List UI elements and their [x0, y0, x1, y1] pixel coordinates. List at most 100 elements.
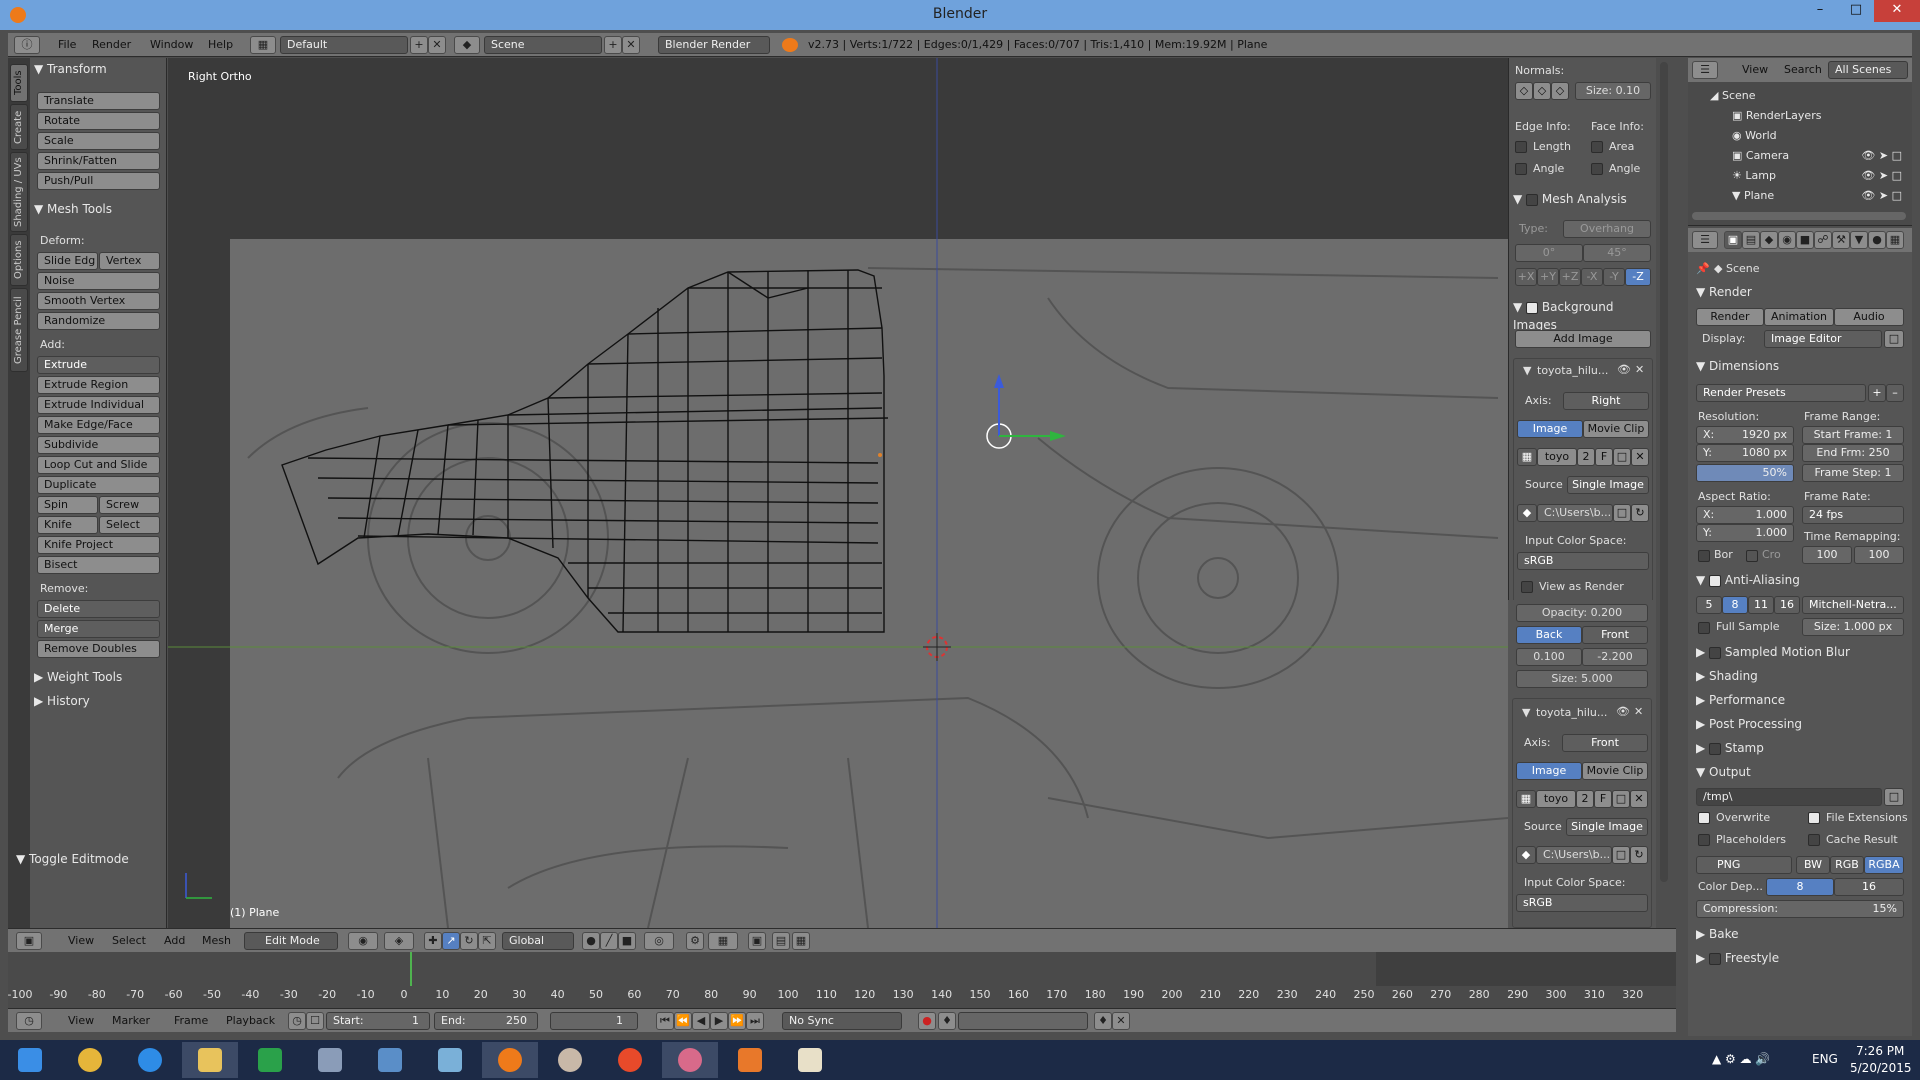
camera-visibility-icons[interactable]: 👁 ➤ □	[1861, 146, 1902, 166]
color-depth-8-button[interactable]: 8	[1766, 878, 1834, 896]
play-icon[interactable]: ▶	[710, 1012, 728, 1030]
duplicate-button[interactable]: Duplicate	[37, 476, 160, 494]
scene-tab-icon[interactable]: ◆	[1760, 231, 1778, 249]
axis-neg-x-button[interactable]: -X	[1581, 268, 1603, 286]
animation-button[interactable]: Animation	[1764, 308, 1834, 326]
smooth-vertex-button[interactable]: Smooth Vertex	[37, 292, 160, 310]
taskbar-notepad[interactable]	[782, 1042, 838, 1078]
outliner-display-mode-dropdown[interactable]: All Scenes	[1828, 61, 1908, 79]
bg1-remove-icon[interactable]: ✕	[1635, 363, 1644, 376]
translate-button[interactable]: Translate	[37, 92, 160, 110]
outliner-row-scene[interactable]: ◢ Scene	[1688, 86, 1912, 106]
end-frame-timeline-field[interactable]: End: 250	[434, 1012, 538, 1030]
outliner-row-world[interactable]: ◉ World	[1688, 126, 1912, 146]
taskbar-app-11[interactable]	[662, 1042, 718, 1078]
slide-edge-button[interactable]: Slide Edg	[37, 252, 98, 270]
start-frame-field[interactable]: Start Frame: 1	[1802, 426, 1904, 444]
color-rgba-button[interactable]: RGBA	[1864, 856, 1904, 874]
insert-keyframe-icon[interactable]: ♦	[1094, 1012, 1112, 1030]
aa-filter-size-field[interactable]: Size: 1.000 px	[1802, 618, 1904, 636]
weight-tools-panel-header[interactable]: ▶ Weight Tools	[34, 668, 122, 686]
delete-dropdown[interactable]: Delete	[37, 600, 160, 618]
data-tab-icon[interactable]: ▼	[1850, 231, 1868, 249]
mesh-analysis-checkbox[interactable]	[1526, 193, 1539, 206]
file-extensions-checkbox[interactable]	[1808, 812, 1820, 824]
bg2-color-space-dropdown[interactable]: sRGB	[1516, 894, 1648, 912]
jump-end-icon[interactable]: ⏭	[746, 1012, 764, 1030]
bg1-browse-folder-icon[interactable]: □	[1613, 504, 1631, 522]
overhang-max-field[interactable]: 45°	[1583, 244, 1651, 262]
current-frame-field[interactable]: 1	[550, 1012, 638, 1030]
anti-aliasing-checkbox[interactable]	[1709, 574, 1722, 587]
play-reverse-icon[interactable]: ◀	[692, 1012, 710, 1030]
axis-neg-y-button[interactable]: -Y	[1603, 268, 1625, 286]
world-tab-icon[interactable]: ◉	[1778, 231, 1796, 249]
opengl-render-icon[interactable]: ▣	[748, 932, 766, 950]
overhang-min-field[interactable]: 0°	[1515, 244, 1583, 262]
edge-length-checkbox[interactable]	[1515, 141, 1527, 153]
history-panel-header[interactable]: ▶ History	[34, 692, 90, 710]
interaction-mode-dropdown[interactable]: Edit Mode	[244, 932, 338, 950]
edge-angle-checkbox[interactable]	[1515, 163, 1527, 175]
crop-checkbox[interactable]	[1746, 550, 1758, 562]
axis-pos-x-button[interactable]: +X	[1515, 268, 1537, 286]
face-area-checkbox[interactable]	[1591, 141, 1603, 153]
bg1-expand-icon[interactable]: ▼	[1523, 364, 1531, 377]
snap-element-icon[interactable]: ▦	[708, 932, 738, 950]
taskbar-app-5[interactable]	[302, 1042, 358, 1078]
translate-manipulator-icon[interactable]: ↗	[442, 932, 460, 950]
bg1-packed-icon[interactable]: ◆	[1517, 504, 1537, 522]
transform-orientation-dropdown[interactable]: Global	[502, 932, 574, 950]
minimize-button[interactable]: –	[1802, 0, 1838, 22]
bg1-opacity-field[interactable]: Opacity: 0.200	[1516, 604, 1648, 622]
menu-render[interactable]: Render	[92, 36, 131, 54]
plane-visibility-icons[interactable]: 👁 ➤ □	[1861, 186, 1902, 206]
make-edge-face-button[interactable]: Make Edge/Face	[37, 416, 160, 434]
constraints-tab-icon[interactable]: ☍	[1814, 231, 1832, 249]
bisect-button[interactable]: Bisect	[37, 556, 160, 574]
background-images-header[interactable]: ▼ Background Images	[1513, 298, 1656, 332]
normal-face-icon[interactable]: ◇	[1551, 82, 1569, 100]
taskbar-app-7[interactable]	[422, 1042, 478, 1078]
placeholders-checkbox[interactable]	[1698, 834, 1710, 846]
mesh-tools-panel-header[interactable]: ▼ Mesh Tools	[34, 200, 112, 218]
bg1-view-as-render-checkbox[interactable]	[1521, 581, 1533, 593]
add-scene-icon[interactable]: +	[604, 36, 622, 54]
keying-set-field[interactable]	[958, 1012, 1088, 1030]
bg1-visibility-icon[interactable]: 👁	[1617, 363, 1631, 376]
screen-layout-field[interactable]: Default	[280, 36, 408, 54]
lock-time-icon[interactable]: ☐	[306, 1012, 324, 1030]
properties-editor-type-icon[interactable]: ☰	[1692, 231, 1718, 249]
timeline-menu-view[interactable]: View	[68, 1012, 94, 1030]
aa-samples-8-button[interactable]: 8	[1722, 596, 1748, 614]
axis-pos-y-button[interactable]: +Y	[1537, 268, 1559, 286]
timeline-menu-playback[interactable]: Playback	[226, 1012, 275, 1030]
dimensions-panel-header[interactable]: ▼ Dimensions	[1696, 356, 1779, 376]
shrink-fatten-button[interactable]: Shrink/Fatten	[37, 152, 160, 170]
3d-view-editor-type-icon[interactable]: ▣	[16, 932, 42, 950]
shading-panel-header[interactable]: ▶ Shading	[1696, 666, 1758, 686]
normals-size-field[interactable]: Size: 0.10	[1575, 82, 1651, 100]
taskbar-store[interactable]	[242, 1042, 298, 1078]
bg2-movie-clip-tab[interactable]: Movie Clip	[1582, 762, 1648, 780]
aspect-y-field[interactable]: Y: 1.000	[1696, 524, 1794, 542]
bg1-users-count[interactable]: 2	[1577, 448, 1595, 466]
bg1-source-dropdown[interactable]: Single Image	[1567, 476, 1649, 494]
current-frame-indicator[interactable]	[410, 952, 412, 986]
bg2-axis-dropdown[interactable]: Front	[1562, 734, 1648, 752]
anti-aliasing-panel-header[interactable]: ▼ Anti-Aliasing	[1696, 570, 1800, 590]
knife-project-button[interactable]: Knife Project	[37, 536, 160, 554]
render-tab-icon[interactable]: ▣	[1724, 231, 1742, 249]
taskbar-chrome[interactable]	[62, 1042, 118, 1078]
sampled-motion-blur-header[interactable]: ▶ Sampled Motion Blur	[1696, 642, 1850, 662]
aa-samples-5-button[interactable]: 5	[1696, 596, 1722, 614]
resolution-y-field[interactable]: Y: 1080 px	[1696, 444, 1794, 462]
3d-view-menu-mesh[interactable]: Mesh	[202, 932, 231, 950]
frame-step-field[interactable]: Frame Step: 1	[1802, 464, 1904, 482]
performance-panel-header[interactable]: ▶ Performance	[1696, 690, 1785, 710]
pin-icon[interactable]: 📌	[1696, 262, 1710, 275]
resolution-x-field[interactable]: X: 1920 px	[1696, 426, 1794, 444]
output-path-field[interactable]: /tmp\	[1696, 788, 1882, 806]
npanel-scrollbar[interactable]	[1660, 62, 1668, 882]
background-images-checkbox[interactable]	[1526, 301, 1539, 314]
